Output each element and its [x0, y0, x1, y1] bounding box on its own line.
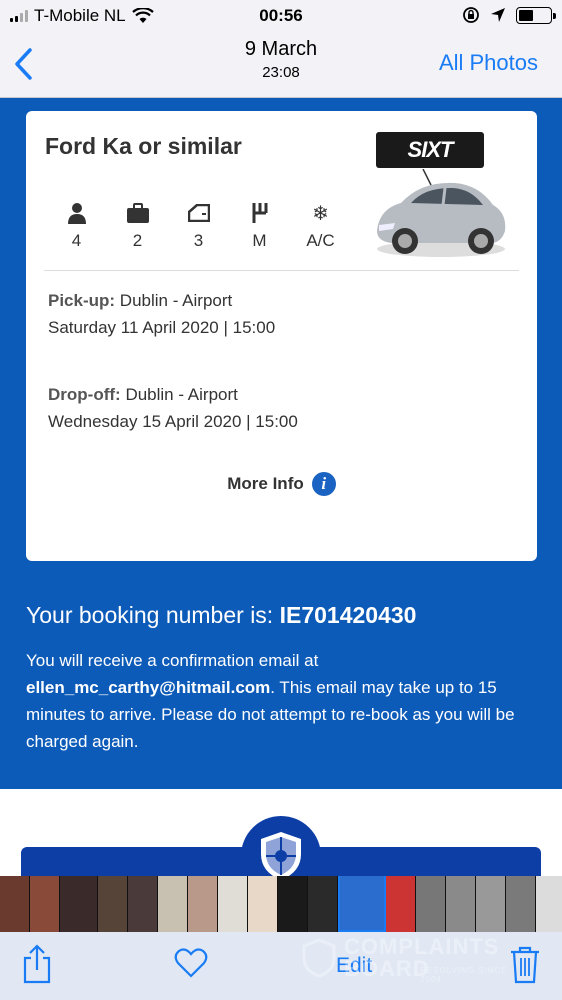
thumbnail[interactable] — [446, 876, 476, 932]
spec-luggage: 2 — [107, 201, 168, 251]
person-icon — [46, 201, 107, 225]
info-icon: i — [311, 472, 336, 496]
rotation-lock-icon — [463, 7, 479, 23]
pickup-location: Dublin - Airport — [119, 291, 233, 310]
spec-value: A/C — [306, 231, 335, 250]
thumbnail[interactable] — [218, 876, 248, 932]
thumbnail[interactable] — [476, 876, 506, 932]
confirmation-text: You will receive a confirmation email at… — [26, 647, 541, 755]
share-icon[interactable] — [22, 944, 52, 984]
dropoff-datetime: Wednesday 15 April 2020 | 15:00 — [48, 412, 298, 431]
spec-value: 3 — [193, 231, 204, 250]
spec-value: 2 — [132, 231, 143, 250]
thumbnail[interactable] — [248, 876, 278, 932]
spec-value: 4 — [71, 231, 82, 250]
watermark-sub: RESOLVING SINCE 2004 — [420, 966, 508, 984]
door-icon — [168, 201, 229, 225]
spec-transmission: M — [229, 201, 290, 251]
pickup-datetime: Saturday 11 April 2020 | 15:00 — [48, 318, 276, 337]
thumbnail[interactable] — [416, 876, 446, 932]
dropoff-location: Dublin - Airport — [125, 385, 238, 404]
watermark: COMPLAINTS BOARD RESOLVING SINCE 2004 — [300, 932, 530, 992]
more-info-label: More Info — [227, 474, 304, 493]
bottom-toolbar: Edit COMPLAINTS BOARD RESOLVING SINCE 20… — [0, 932, 562, 1000]
watermark-shield-icon — [302, 938, 336, 978]
thumbnail[interactable] — [30, 876, 60, 932]
car-name: Ford Ka or similar — [45, 133, 242, 159]
thumbnail-strip[interactable] — [0, 876, 562, 932]
spec-value: M — [252, 231, 267, 250]
thumbnail[interactable] — [158, 876, 188, 932]
thumbnail[interactable] — [188, 876, 218, 932]
dropoff-label: Drop-off: — [48, 385, 121, 404]
booking-prefix: Your booking number is: — [26, 602, 274, 628]
pickup-label: Pick-up: — [48, 291, 116, 310]
spec-aircon: ❄ A/C — [290, 201, 351, 251]
thumbnail[interactable] — [60, 876, 98, 932]
spec-passengers: 4 — [46, 201, 107, 251]
heart-icon[interactable] — [174, 948, 208, 978]
shield-icon — [261, 832, 301, 880]
status-right — [462, 6, 556, 24]
car-specs: 4 2 3 M ❄ A/C — [46, 201, 351, 251]
nav-bar: 9 March 23:08 All Photos — [0, 32, 562, 98]
location-icon — [491, 8, 505, 22]
booking-number: IE701420430 — [279, 602, 417, 628]
gearshift-icon — [229, 201, 290, 225]
sixt-logo: SIXT — [376, 132, 484, 168]
thumbnail-selected[interactable] — [338, 876, 386, 932]
thumbnail[interactable] — [386, 876, 416, 932]
booking-number-line: Your booking number is: IE701420430 — [26, 602, 416, 629]
spec-doors: 3 — [168, 201, 229, 251]
lower-section — [0, 789, 562, 896]
battery-icon — [516, 6, 556, 24]
confirmation-email: ellen_mc_carthy@hitmail.com — [26, 678, 271, 697]
booking-card: Ford Ka or similar SIXT 4 2 3 M ❄ A/C Pi… — [26, 111, 537, 561]
thumbnail[interactable] — [128, 876, 158, 932]
thumbnail[interactable] — [98, 876, 128, 932]
thumbnail[interactable] — [536, 876, 562, 932]
status-bar: T-Mobile NL 00:56 — [0, 0, 562, 32]
more-info-link[interactable]: More Info i — [26, 472, 537, 496]
dropoff-info: Drop-off: Dublin - Airport Wednesday 15 … — [48, 381, 298, 435]
snowflake-icon: ❄ — [312, 202, 329, 225]
confirmation-lead: You will receive a confirmation email at — [26, 651, 319, 670]
pickup-info: Pick-up: Dublin - Airport Saturday 11 Ap… — [48, 287, 275, 341]
card-divider — [44, 270, 519, 271]
watermark-line2: BOARD — [344, 956, 430, 981]
suitcase-icon — [107, 201, 168, 225]
thumbnail[interactable] — [506, 876, 536, 932]
screenshot-content: Ford Ka or similar SIXT 4 2 3 M ❄ A/C Pi… — [0, 99, 562, 789]
car-image — [377, 169, 506, 257]
thumbnail[interactable] — [0, 876, 30, 932]
all-photos-button[interactable]: All Photos — [439, 50, 538, 76]
thumbnail[interactable] — [278, 876, 308, 932]
thumbnail[interactable] — [308, 876, 338, 932]
